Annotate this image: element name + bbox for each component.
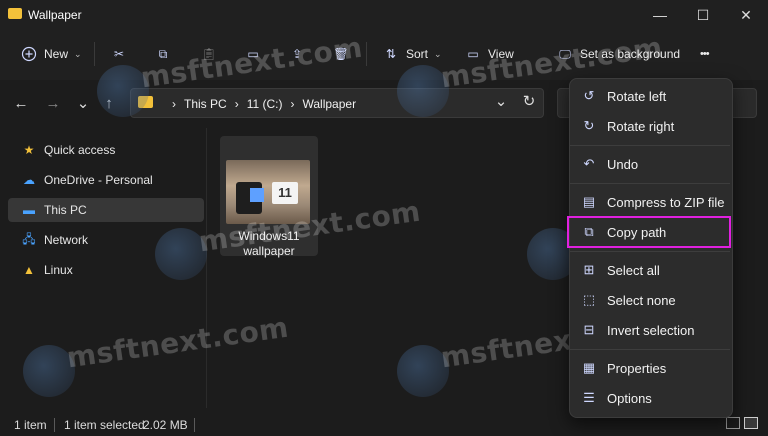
menu-item-select-none[interactable]: ⬚ Select none <box>575 286 725 314</box>
menu-item-label: Invert selection <box>607 322 695 338</box>
scissors-icon: ✂ <box>113 47 125 61</box>
watermark-text: msftnext.com <box>64 310 291 375</box>
copy-path-highlight <box>567 216 731 248</box>
star-icon: ★ <box>23 143 35 157</box>
new-label: New <box>44 47 69 61</box>
select-none-icon: ⬚ <box>582 292 596 307</box>
status-size: 2.02 MB <box>143 418 188 432</box>
chevron-right-icon: › <box>172 97 176 111</box>
menu-separator <box>570 183 730 184</box>
minimize-button[interactable]: — <box>648 4 672 26</box>
more-options-button[interactable]: ••• <box>700 40 710 68</box>
zip-icon: ▤ <box>582 194 596 209</box>
chevron-right-icon: › <box>290 97 295 111</box>
pane-divider <box>206 128 207 408</box>
menu-item-label: Select none <box>607 292 676 308</box>
status-divider <box>194 418 195 432</box>
plus-circle-icon <box>20 45 38 63</box>
menu-item-label: Options <box>607 390 652 406</box>
sort-icon: ⇅ <box>385 47 397 61</box>
chevron-down-icon: ⌄ <box>434 48 442 59</box>
cloud-icon: ☁ <box>23 173 35 187</box>
rotate-left-icon: ↺ <box>583 88 595 103</box>
menu-item-label: Compress to ZIP file <box>607 194 725 210</box>
toolbar-divider <box>94 42 95 66</box>
close-button[interactable]: ✕ <box>734 4 758 26</box>
breadcrumb-drive[interactable]: 11 (C:) <box>247 97 283 111</box>
status-selected: 1 item selected <box>64 418 145 432</box>
select-all-icon: ⊞ <box>583 262 595 277</box>
menu-item-select-all[interactable]: ⊞ Select all <box>575 256 725 284</box>
windows-logo-icon <box>250 188 264 202</box>
menu-item-undo[interactable]: ↶ Undo <box>575 150 725 178</box>
sidebar-item-label: Linux <box>44 263 73 277</box>
forward-arrow-icon[interactable]: → <box>42 94 64 114</box>
properties-icon: ▦ <box>582 360 596 375</box>
menu-item-label: Select all <box>607 262 660 278</box>
invert-selection-icon: ⊟ <box>583 322 595 337</box>
sort-button[interactable]: ⇅ Sort ⌄ <box>382 40 442 68</box>
options-icon: ☰ <box>583 390 595 405</box>
rotate-right-icon: ↻ <box>583 118 595 133</box>
breadcrumb-this-pc[interactable]: This PC <box>184 97 227 111</box>
breadcrumb-wallpaper[interactable]: Wallpaper <box>302 97 356 111</box>
sidebar-item-label: This PC <box>44 203 87 217</box>
menu-separator <box>570 145 730 146</box>
details-view-icon[interactable] <box>726 417 740 429</box>
sidebar-item-label: OneDrive - Personal <box>44 173 153 187</box>
monitor-icon: ▬ <box>23 203 35 217</box>
sidebar-item-this-pc[interactable]: ▬ This PC <box>8 198 204 222</box>
breadcrumb: › This PC › 11 (C:) › Wallpaper <box>172 97 356 111</box>
menu-item-properties[interactable]: ▦ Properties <box>575 354 725 382</box>
new-button[interactable]: New ⌄ <box>20 40 82 68</box>
sidebar-item-quick-access[interactable]: ★ Quick access <box>8 138 204 162</box>
menu-separator <box>570 349 730 350</box>
menu-item-label: Rotate right <box>607 118 675 134</box>
window-title: Wallpaper <box>28 8 82 22</box>
menu-separator <box>570 251 730 252</box>
menu-item-compress-zip[interactable]: ▤ Compress to ZIP file <box>575 188 725 216</box>
folder-icon <box>8 8 22 19</box>
back-arrow-icon[interactable]: ← <box>10 94 32 114</box>
cut-button[interactable]: ✂ <box>110 40 128 68</box>
recent-locations-icon[interactable]: ⌄ <box>72 94 94 114</box>
sidebar-item-label: Network <box>44 233 89 247</box>
menu-item-invert-selection[interactable]: ⊟ Invert selection <box>575 316 725 344</box>
toolbar-divider <box>366 42 367 66</box>
status-divider <box>54 418 55 432</box>
thumbnail-badge: 11 <box>272 182 298 204</box>
menu-item-rotate-right[interactable]: ↻ Rotate right <box>575 112 725 140</box>
undo-icon: ↶ <box>583 156 595 171</box>
tiles-view-icon[interactable] <box>744 417 758 429</box>
refresh-icon[interactable]: ↻ <box>518 92 540 112</box>
menu-item-label: Undo <box>607 156 639 172</box>
menu-item-options[interactable]: ☰ Options <box>575 384 725 412</box>
sidebar-item-label: Quick access <box>44 143 116 157</box>
address-dropdown-icon[interactable]: ⌄ <box>490 92 512 112</box>
penguin-icon: ▲ <box>23 263 35 277</box>
chevron-down-icon: ⌄ <box>74 48 82 59</box>
status-item-count: 1 item <box>14 418 47 432</box>
network-icon: 🖧︎ <box>22 231 36 246</box>
menu-item-rotate-left[interactable]: ↺ Rotate left <box>575 82 725 110</box>
menu-item-label: Properties <box>607 360 667 376</box>
chevron-right-icon: › <box>234 97 239 111</box>
menu-item-label: Rotate left <box>607 88 667 104</box>
sidebar-item-onedrive[interactable]: ☁ OneDrive - Personal <box>8 168 204 192</box>
sort-label: Sort <box>406 47 429 61</box>
maximize-button[interactable]: ☐ <box>691 4 715 26</box>
